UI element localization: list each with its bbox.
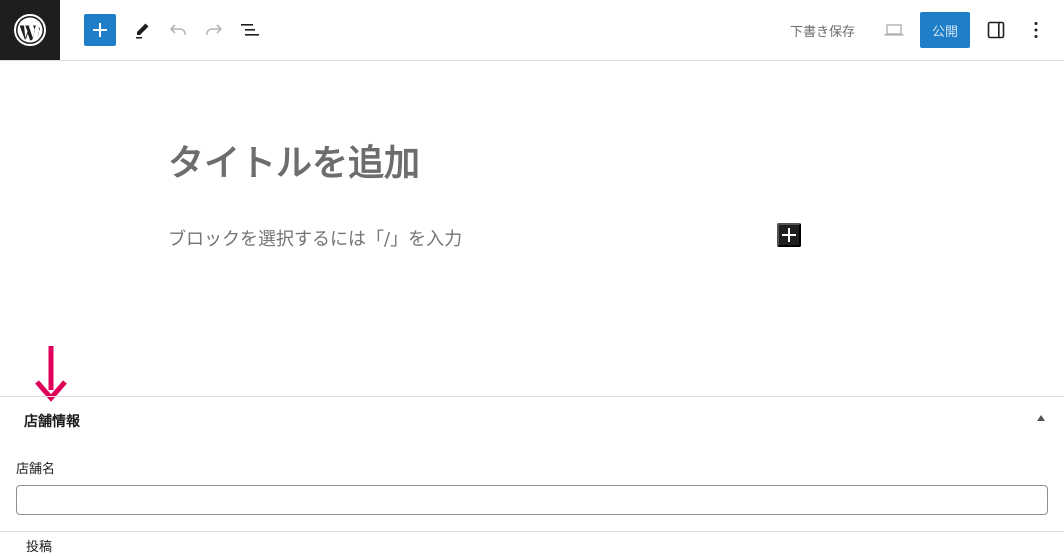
metabox-toggle-button[interactable] bbox=[1034, 411, 1048, 425]
options-button[interactable] bbox=[1024, 14, 1048, 46]
editor-toolbar: 下書き保存 公開 bbox=[0, 0, 1064, 61]
store-name-input[interactable] bbox=[16, 485, 1048, 515]
breadcrumb[interactable]: 投稿 bbox=[26, 536, 52, 555]
undo-icon bbox=[169, 24, 186, 35]
plus-icon bbox=[93, 23, 107, 37]
settings-button[interactable] bbox=[982, 14, 1010, 46]
list-view-icon bbox=[241, 24, 259, 36]
editor-footer: 投稿 bbox=[0, 531, 1064, 556]
publish-button[interactable]: 公開 bbox=[920, 12, 970, 48]
redo-button[interactable] bbox=[200, 14, 228, 46]
vertical-ellipsis-icon bbox=[1034, 22, 1038, 38]
undo-button[interactable] bbox=[164, 14, 192, 46]
plus-icon bbox=[782, 228, 796, 242]
tools-button[interactable] bbox=[128, 14, 156, 46]
metabox-store-info: 店舗情報 bbox=[0, 396, 1064, 442]
redo-icon bbox=[206, 24, 223, 35]
add-block-button[interactable] bbox=[84, 14, 116, 46]
preview-button[interactable] bbox=[880, 14, 908, 46]
block-appender-placeholder[interactable]: ブロックを選択するには「/」を入力 bbox=[168, 225, 462, 251]
triangle-up-icon bbox=[1037, 415, 1045, 421]
metabox-title: 店舗情報 bbox=[24, 414, 80, 430]
store-name-label: 店舗名 bbox=[16, 462, 56, 477]
laptop-icon bbox=[884, 24, 904, 36]
pencil-icon bbox=[136, 23, 149, 39]
sidebar-panel-icon bbox=[987, 21, 1005, 39]
save-draft-button[interactable]: 下書き保存 bbox=[782, 14, 863, 46]
wordpress-logo-icon[interactable] bbox=[0, 0, 60, 60]
inline-add-block-button[interactable] bbox=[777, 223, 801, 247]
list-view-button[interactable] bbox=[236, 14, 264, 46]
post-title-input[interactable]: タイトルを追加 bbox=[168, 134, 420, 186]
